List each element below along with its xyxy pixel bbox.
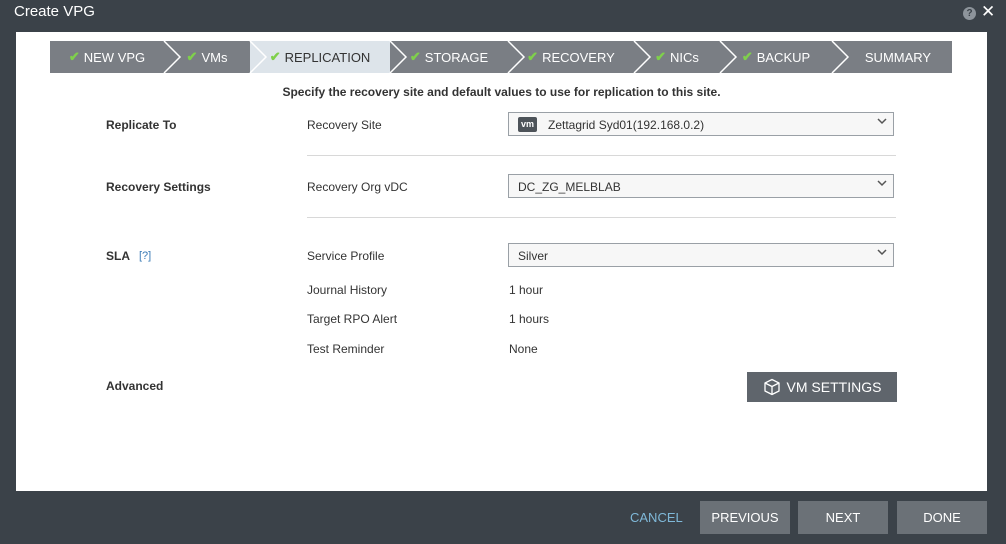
section-replicate-to: Replicate To: [106, 118, 177, 132]
check-icon: ✔: [527, 49, 539, 64]
divider: [307, 217, 896, 218]
chevron-down-icon: [877, 118, 887, 125]
recovery-org-vdc-select[interactable]: DC_ZG_MELBLAB: [508, 174, 894, 198]
cube-icon: [763, 378, 780, 396]
check-icon: ✔: [68, 49, 80, 64]
service-profile-label: Service Profile: [307, 249, 385, 263]
divider: [307, 155, 896, 156]
recovery-site-label: Recovery Site: [307, 118, 382, 132]
close-icon[interactable]: ✕: [981, 3, 995, 21]
section-recovery-settings: Recovery Settings: [106, 180, 211, 194]
chevron-down-icon: [877, 180, 887, 187]
step-label: BACKUP: [756, 49, 811, 65]
help-icon[interactable]: ?: [963, 7, 976, 20]
step-label: NICs: [670, 49, 699, 65]
instructions-text: Specify the recovery site and default va…: [282, 85, 721, 99]
section-advanced: Advanced: [106, 379, 164, 393]
test-reminder-label: Test Reminder: [307, 342, 385, 356]
check-icon: ✔: [655, 49, 666, 64]
step-label: REPLICATION: [284, 49, 371, 65]
step-nics[interactable]: ✔ NICs: [634, 41, 720, 73]
check-icon: ✔: [409, 49, 421, 64]
target-rpo-label: Target RPO Alert: [307, 312, 398, 326]
step-label: NEW VPG: [83, 49, 146, 65]
dialog-panel: ✔ NEW VPG ✔ VMs ✔ REPLICATION ✔ STORAGE ✔ REC…: [16, 32, 987, 491]
window-titlebar: Create VPG ? ✕: [0, 0, 1006, 32]
step-summary[interactable]: SUMMARY: [832, 41, 952, 73]
vm-icon: vm: [518, 117, 537, 132]
step-label: RECOVERY: [542, 49, 615, 65]
recovery-site-value: Zettagrid Syd01(192.168.0.2): [548, 118, 705, 132]
step-replication[interactable]: ✔ REPLICATION: [250, 41, 390, 73]
recovery-org-vdc-value: DC_ZG_MELBLAB: [518, 180, 621, 194]
previous-button[interactable]: PREVIOUS: [700, 501, 790, 534]
step-recovery[interactable]: ✔ RECOVERY: [508, 41, 634, 73]
step-storage[interactable]: ✔ STORAGE: [390, 41, 508, 73]
step-label: VMs: [201, 49, 228, 65]
target-rpo-value: 1 hours: [509, 312, 550, 326]
next-button[interactable]: NEXT: [798, 501, 888, 534]
journal-history-value: 1 hour: [509, 283, 544, 297]
step-new-vpg[interactable]: ✔ NEW VPG: [50, 41, 164, 73]
recovery-site-select[interactable]: vm Zettagrid Syd01(192.168.0.2): [508, 112, 894, 136]
check-icon: ✔: [741, 49, 753, 64]
service-profile-value: Silver: [518, 249, 549, 263]
wizard-steps: ✔ NEW VPG ✔ VMs ✔ REPLICATION ✔ STORAGE ✔ REC…: [50, 41, 952, 73]
check-icon: ✔: [186, 49, 198, 64]
cancel-button[interactable]: CANCEL: [630, 510, 683, 525]
check-icon: ✔: [269, 49, 281, 64]
journal-history-label: Journal History: [307, 283, 388, 297]
step-label: STORAGE: [424, 49, 489, 65]
step-vms[interactable]: ✔ VMs: [164, 41, 250, 73]
vm-settings-button[interactable]: VM SETTINGS: [747, 372, 897, 402]
test-reminder-value: None: [509, 342, 538, 356]
vm-settings-label: VM SETTINGS: [786, 379, 882, 395]
step-backup[interactable]: ✔ BACKUP: [720, 41, 832, 73]
recovery-org-vdc-label: Recovery Org vDC: [307, 180, 408, 194]
sla-help-link[interactable]: [?]: [139, 250, 151, 262]
section-sla: SLA: [106, 249, 130, 263]
step-label: SUMMARY: [864, 49, 932, 65]
service-profile-select[interactable]: Silver: [508, 243, 894, 267]
done-button[interactable]: DONE: [897, 501, 987, 534]
chevron-down-icon: [877, 249, 887, 256]
window-title: Create VPG: [14, 3, 95, 20]
